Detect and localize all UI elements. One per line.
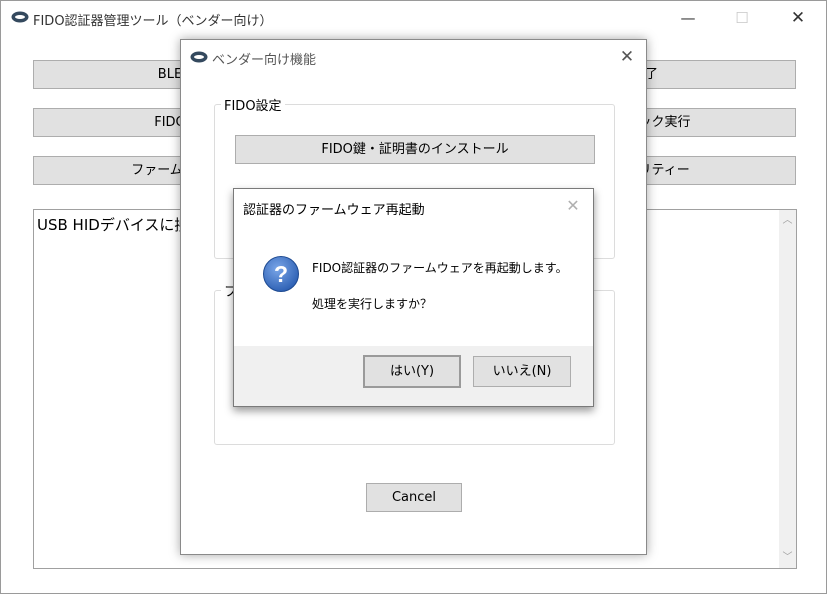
vendor-titlebar: ベンダー向け機能 ✕ (181, 40, 646, 74)
maximize-button[interactable]: ☐ (728, 7, 756, 29)
confirm-dialog-title: 認証器のファームウェア再起動 (243, 203, 425, 218)
confirm-titlebar: 認証器のファームウェア再起動 ✕ (234, 189, 593, 223)
close-button[interactable]: ✕ (784, 7, 812, 29)
main-window-title: FIDO認証器管理ツール（ベンダー向け） (33, 14, 273, 29)
vendor-close-button[interactable]: ✕ (614, 44, 640, 70)
cancel-button[interactable]: Cancel (366, 483, 462, 512)
no-button[interactable]: いいえ(N) (473, 356, 571, 387)
install-key-cert-button[interactable]: FIDO鍵・証明書のインストール (235, 135, 595, 164)
vendor-dialog-title: ベンダー向け機能 (212, 53, 317, 68)
question-icon: ? (263, 256, 299, 292)
confirm-message-line2: 処理を実行しますか？ (312, 297, 433, 311)
scroll-down-icon[interactable]: ﹀ (779, 549, 796, 566)
scroll-up-icon[interactable]: ︿ (779, 212, 796, 229)
app-logo-icon (190, 51, 208, 63)
confirm-message-line1: FIDO認証器のファームウェアを再起動します。 (312, 261, 568, 275)
minimize-button[interactable]: — (674, 7, 702, 29)
yes-button[interactable]: はい(Y) (363, 355, 461, 388)
confirm-close-button[interactable]: ✕ (562, 195, 584, 217)
fido-group-label: FIDO設定 (221, 95, 285, 114)
log-scrollbar[interactable]: ︿ ﹀ (779, 210, 796, 568)
app-logo-icon (11, 11, 29, 23)
svg-text:?: ? (274, 261, 288, 287)
main-titlebar: FIDO認証器管理ツール（ベンダー向け） — ☐ ✕ (1, 1, 826, 35)
confirm-dialog: 認証器のファームウェア再起動 ✕ ? FIDO認証器のファームウェアを再起動しま… (233, 188, 594, 407)
